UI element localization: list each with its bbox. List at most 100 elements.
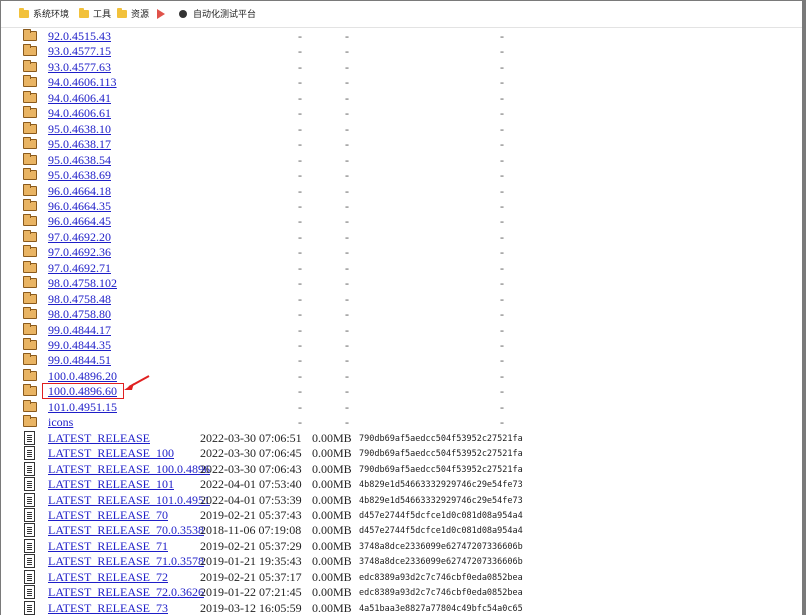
- file-icon: [24, 554, 35, 569]
- empty-cell-dash: -: [500, 137, 504, 152]
- entry-link[interactable]: 95.0.4638.69: [48, 168, 111, 183]
- entry-link[interactable]: 94.0.4606.61: [48, 106, 111, 121]
- file-hash: 790db69af5aedcc504f53952c27521fa: [359, 433, 523, 444]
- entry-link[interactable]: 97.0.4692.36: [48, 245, 111, 260]
- modified-date: 2019-02-21 05:37:43: [200, 507, 302, 522]
- entry-link[interactable]: 100.0.4896.20: [48, 369, 117, 384]
- entry-link[interactable]: 98.0.4758.102: [48, 276, 117, 291]
- entry-link[interactable]: LATEST_RELEASE_100.0.4896: [48, 462, 210, 477]
- entry-link[interactable]: 98.0.4758.48: [48, 292, 111, 307]
- list-item: 95.0.4638.69 - - -: [1, 168, 802, 184]
- list-item: 99.0.4844.35 - - -: [1, 338, 802, 354]
- entry-link[interactable]: 96.0.4664.45: [48, 214, 111, 229]
- empty-cell-dash: -: [500, 260, 504, 275]
- list-item: 97.0.4692.71 - - -: [1, 260, 802, 277]
- entry-link[interactable]: 92.0.4515.43: [48, 29, 111, 44]
- file-hash: d457e2744f5dcfce1d0c081d08a954a4: [359, 510, 523, 521]
- modified-date: 2022-04-01 07:53:39: [200, 492, 302, 507]
- entry-link[interactable]: LATEST_RELEASE_101.0.4951: [48, 493, 210, 508]
- empty-cell-dash: -: [345, 229, 349, 244]
- entry-link[interactable]: 95.0.4638.54: [48, 153, 111, 168]
- entry-link[interactable]: LATEST_RELEASE_73: [48, 601, 168, 615]
- entry-link[interactable]: 95.0.4638.10: [48, 122, 111, 137]
- entry-link[interactable]: 93.0.4577.15: [48, 44, 111, 59]
- empty-cell-dash: -: [298, 291, 302, 306]
- empty-cell-dash: -: [500, 152, 504, 167]
- entry-link[interactable]: 93.0.4577.63: [48, 60, 111, 75]
- empty-cell-dash: -: [298, 322, 302, 337]
- empty-cell-dash: -: [500, 29, 504, 43]
- folder-icon: [23, 276, 37, 289]
- empty-cell-dash: -: [500, 368, 504, 383]
- list-item: LATEST_RELEASE_71 2019-02-21 05:37:29 0.00…: [1, 538, 802, 555]
- modified-date: 2022-03-30 07:06:51: [200, 430, 302, 445]
- bookmark-item[interactable]: [157, 9, 165, 21]
- file-hash: 3748a8dce2336099e62747207336606b: [359, 541, 523, 552]
- empty-cell-dash: -: [298, 137, 302, 152]
- file-size: 0.00MB: [312, 430, 352, 445]
- entry-link[interactable]: LATEST_RELEASE_70.0.3538: [48, 523, 204, 538]
- entry-link[interactable]: icons: [48, 415, 73, 430]
- modified-date: 2019-01-21 19:35:43: [200, 554, 302, 569]
- empty-cell-dash: -: [500, 44, 504, 59]
- directory-listing: 92.0.4515.43- - -93.0.4577.15- - -93.0.4577.…: [1, 27, 802, 615]
- list-item: LATEST_RELEASE_100.0.4896 2022-03-30 07:0…: [1, 461, 802, 478]
- empty-cell-dash: -: [298, 106, 302, 121]
- entry-link[interactable]: LATEST_RELEASE_101: [48, 477, 174, 492]
- empty-cell-dash: -: [345, 90, 349, 105]
- file-size: 0.00MB: [312, 507, 352, 522]
- list-item: 95.0.4638.17 - - -: [1, 137, 802, 153]
- empty-cell-dash: -: [500, 229, 504, 244]
- file-icon: [24, 461, 35, 476]
- entry-link[interactable]: LATEST_RELEASE_71: [48, 539, 168, 554]
- entry-link[interactable]: LATEST_RELEASE: [48, 431, 150, 446]
- entry-link[interactable]: LATEST_RELEASE_100: [48, 446, 174, 461]
- empty-cell-dash: -: [345, 415, 349, 430]
- entry-link[interactable]: 94.0.4606.41: [48, 91, 111, 106]
- folder-icon: [23, 399, 37, 412]
- bookmark-item[interactable]: 资源: [117, 8, 149, 21]
- folder-icon: [23, 137, 37, 150]
- bookmark-item[interactable]: 工具: [79, 8, 112, 21]
- entry-link[interactable]: 97.0.4692.20: [48, 230, 111, 245]
- arrow-icon: [124, 375, 150, 391]
- empty-cell-dash: -: [345, 384, 349, 399]
- entry-link[interactable]: 97.0.4692.71: [48, 261, 111, 276]
- list-item: 101.0.4951.15 - - -: [1, 399, 802, 416]
- entry-link[interactable]: 99.0.4844.35: [48, 338, 111, 353]
- empty-cell-dash: -: [500, 291, 504, 306]
- entry-link[interactable]: 94.0.4606.113: [48, 75, 117, 90]
- empty-cell-dash: -: [298, 75, 302, 90]
- entry-link[interactable]: LATEST_RELEASE_71.0.3578: [48, 554, 204, 569]
- bookmark-item[interactable]: 自动化测试平台: [179, 9, 256, 21]
- modified-date: 2022-03-30 07:06:45: [200, 446, 302, 461]
- entry-link[interactable]: 95.0.4638.17: [48, 137, 111, 152]
- list-item: 94.0.4606.113 - - -: [1, 75, 802, 91]
- folder-icon: [23, 198, 37, 211]
- file-hash: d457e2744f5dcfce1d0c081d08a954a4: [359, 526, 523, 537]
- folder-icon: [23, 152, 37, 165]
- entry-link[interactable]: 96.0.4664.18: [48, 184, 111, 199]
- folder-icon: [23, 353, 37, 366]
- file-hash: edc8389a93d2c7c746cbf0eda0852bea: [359, 572, 523, 583]
- modified-date: 2022-04-01 07:53:40: [200, 477, 302, 492]
- entry-link[interactable]: LATEST_RELEASE_72.0.3626: [48, 585, 204, 600]
- entry-link[interactable]: LATEST_RELEASE_72: [48, 570, 168, 585]
- entry-link[interactable]: LATEST_RELEASE_70: [48, 508, 168, 523]
- empty-cell-dash: -: [298, 198, 302, 213]
- entry-link[interactable]: 101.0.4951.15: [48, 400, 117, 415]
- empty-cell-dash: -: [500, 322, 504, 337]
- list-item: 96.0.4664.45 - - -: [1, 214, 802, 230]
- entry-link[interactable]: 99.0.4844.51: [48, 353, 111, 368]
- entry-link[interactable]: 98.0.4758.80: [48, 307, 111, 322]
- bookmark-item[interactable]: 系统环境: [19, 8, 69, 21]
- bookmark-label: 工具: [93, 10, 112, 20]
- entry-link[interactable]: 99.0.4844.17: [48, 323, 111, 338]
- folder-icon: [23, 338, 37, 350]
- entry-link[interactable]: 96.0.4664.35: [48, 199, 111, 214]
- folder-icon: [23, 245, 37, 258]
- folder-icon: [23, 75, 37, 88]
- empty-cell-dash: -: [298, 384, 302, 399]
- list-item: LATEST_RELEASE 2022-03-30 07:06:51 0.00MB 7…: [1, 430, 802, 447]
- folder-icon: [23, 121, 37, 134]
